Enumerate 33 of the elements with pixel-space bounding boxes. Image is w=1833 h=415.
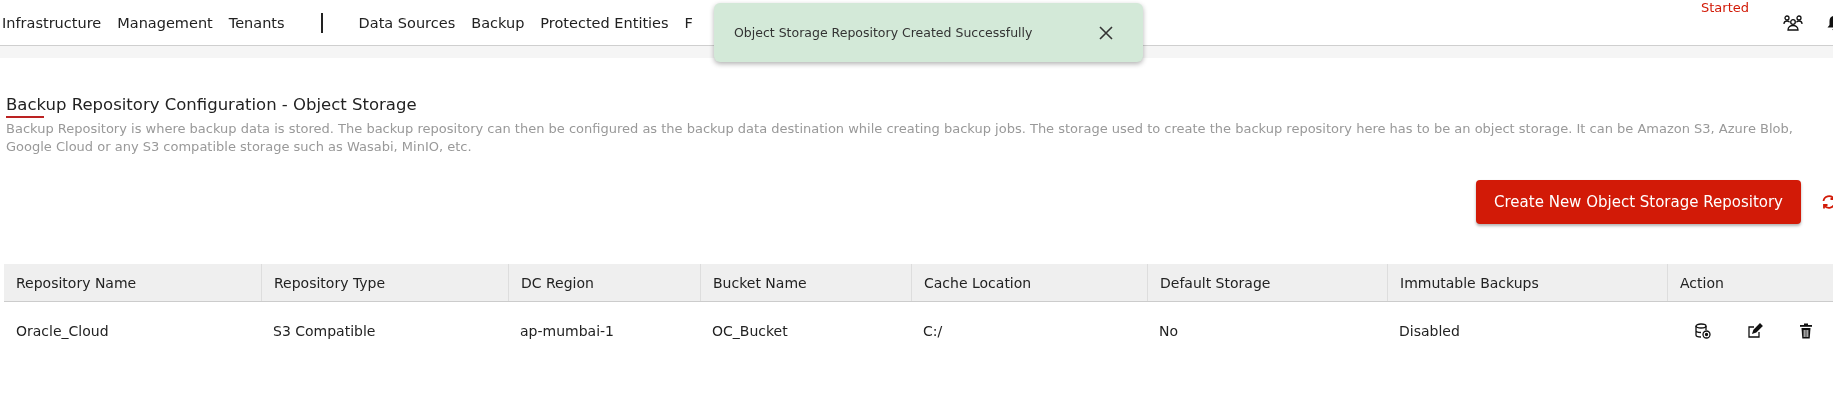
column-header: Immutable Backups [1387,264,1667,301]
nav-link[interactable]: Backup [471,14,525,31]
column-header: Cache Location [911,264,1147,301]
table-cell-text: OC_Bucket [711,322,789,341]
nav-link[interactable]: Protected Entities [540,14,669,31]
column-header: Action [1667,264,1833,301]
page-description: Backup Repository is where backup data is stored. The backup repository can then be configured as the backup data destination while creating backup jobs. The storage used to create the backup repository here has to be an object storage. It can be Amazon S3, Azure Blob, Google Cloud or any S3 compatible storage such as Wasabi, MinIO, etc. [6,120,1794,156]
table-cell-text: No [1158,322,1180,341]
table-cell-text: ap-mumbai-1 [519,322,615,341]
column-header: Bucket Name [700,264,911,301]
create-repository-button[interactable]: Create New Object Storage Repository [1476,180,1801,224]
refresh-icon[interactable] [1821,194,1833,210]
column-header: Repository Type [261,264,508,301]
users-icon[interactable] [1783,14,1803,31]
table-cell-text: Oracle_Cloud [15,322,110,341]
page-title: Backup Repository Configuration - Object Storage [6,95,418,114]
nav-link[interactable]: F [684,14,693,31]
table-cell-text: S3 Compatible [272,322,377,341]
edit-icon[interactable] [1747,323,1763,339]
storage-settings-icon[interactable] [1695,323,1711,339]
delete-icon[interactable] [1799,323,1813,339]
table-cell-text: Disabled [1398,322,1461,341]
nav-link[interactable]: Management [117,14,213,31]
table-cell-text: C:/ [922,322,944,341]
nav-link[interactable]: Infrastructure [2,14,102,31]
close-icon[interactable] [1099,25,1113,40]
nav-link[interactable]: Data Sources [358,14,456,31]
column-header: Repository Name [15,273,138,293]
nav-link[interactable]: Tenants [228,14,285,31]
toast-message: Object Storage Repository Created Successfully [734,25,1033,40]
status-text: Started [1701,0,1749,15]
column-header: Default Storage [1147,264,1387,301]
column-header: DC Region [508,264,700,301]
